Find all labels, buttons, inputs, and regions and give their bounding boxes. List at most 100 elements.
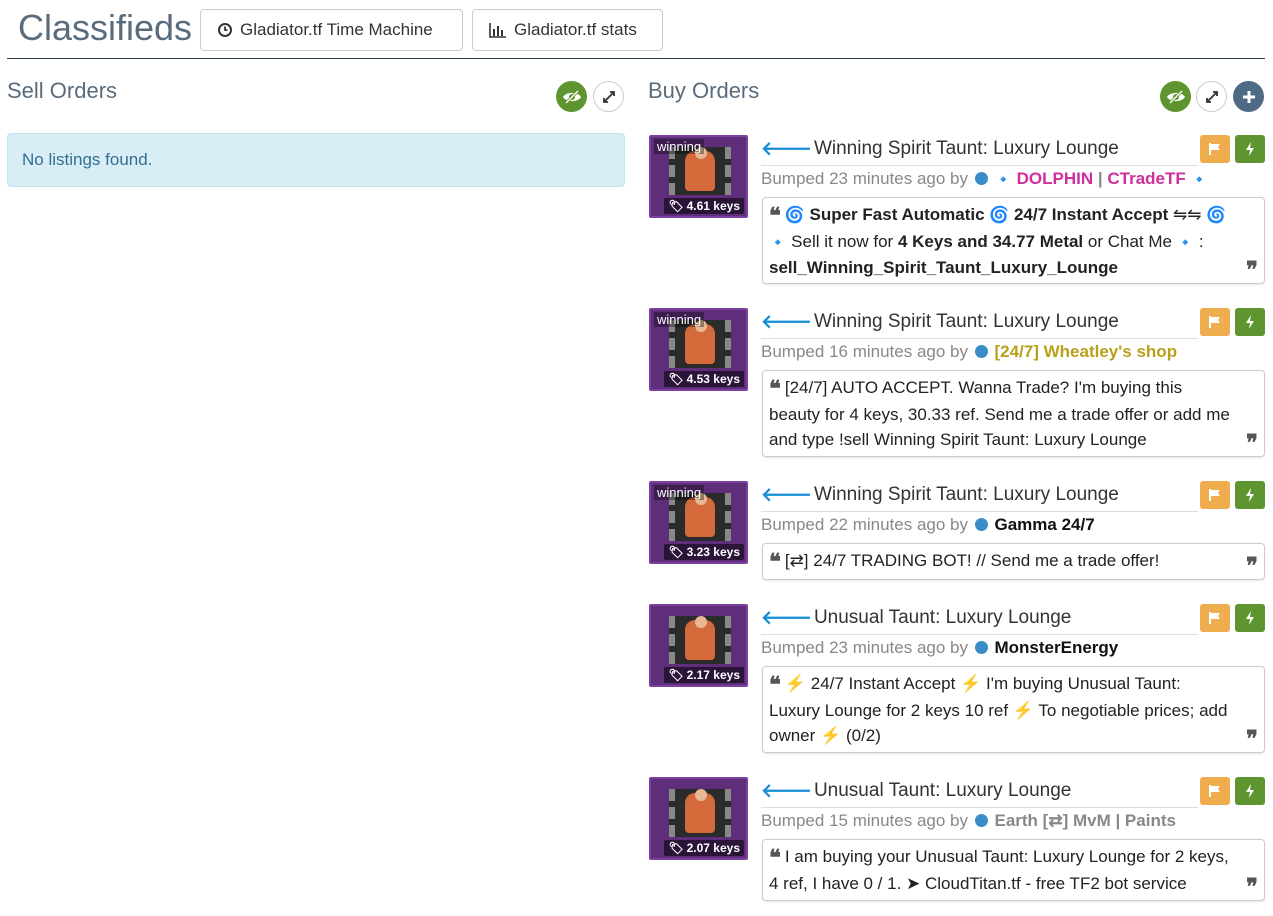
tag-icon: 🏷 <box>668 841 684 855</box>
spiral-icon: 🌀 <box>784 207 805 224</box>
listing-title[interactable]: 🡐 Unusual Taunt: Luxury Lounge <box>761 606 1071 630</box>
time-machine-label: Gladiator.tf Time Machine <box>240 20 433 39</box>
listing-title-text: Unusual Taunt: Luxury Lounge <box>813 780 1072 801</box>
tag-icon: 🏷 <box>668 199 684 213</box>
listing-message: ❝ I am buying your Unusual Taunt: Luxury … <box>762 839 1265 901</box>
report-button[interactable] <box>1200 135 1230 163</box>
listing-title[interactable]: 🡐 Winning Spirit Taunt: Luxury Lounge <box>761 310 1119 334</box>
listing-meta: Bumped 15 minutes ago by Earth [⇄] MvM |… <box>761 811 1176 830</box>
listing-title[interactable]: 🡐 Winning Spirit Taunt: Luxury Lounge <box>761 137 1119 161</box>
status-dot-icon <box>974 518 988 531</box>
listing-meta: Bumped 23 minutes ago by MonsterEnergy <box>761 638 1119 657</box>
spiral-icon: 🌀 <box>989 207 1010 224</box>
listing-title-text: Winning Spirit Taunt: Luxury Lounge <box>813 138 1119 159</box>
effect-label: winning <box>654 312 705 327</box>
lightning-icon: ⚡ <box>784 674 807 693</box>
listing-message: ❝ [⇄] 24/7 TRADING BOT! // Send me a trad… <box>762 543 1265 580</box>
quote-open-icon: ❝ <box>769 549 781 575</box>
effect-label: winning <box>654 139 705 154</box>
instant-trade-button[interactable] <box>1235 308 1265 336</box>
flag-icon <box>1209 489 1220 501</box>
user-link[interactable]: DOLPHIN | CTradeTF <box>1017 169 1186 188</box>
listing-meta: Bumped 16 minutes ago by [24/7] Wheatley… <box>761 342 1178 361</box>
time-machine-button[interactable]: Gladiator.tf Time Machine <box>200 9 463 51</box>
price-tag: 🏷 2.07 keys <box>664 840 744 856</box>
arrow-left-icon: 🡐 <box>761 608 812 629</box>
user-link[interactable]: MonsterEnergy <box>994 638 1118 657</box>
listing-meta: Bumped 22 minutes ago by Gamma 24/7 <box>761 515 1095 534</box>
item-thumbnail[interactable]: 🏷 2.07 keys <box>649 777 748 860</box>
instant-trade-button[interactable] <box>1235 135 1265 163</box>
page-header: Classifieds Gladiator.tf Time Machine Gl… <box>7 0 1265 59</box>
instant-trade-button[interactable] <box>1235 777 1265 805</box>
instant-trade-button[interactable] <box>1235 604 1265 632</box>
eye-slash-icon <box>562 89 581 104</box>
price-tag: 🏷 4.61 keys <box>664 198 744 214</box>
bolt-icon <box>1246 611 1254 625</box>
arrow-left-icon: 🡐 <box>761 139 812 160</box>
diamond-icon: 🔹 <box>1176 234 1195 250</box>
item-thumbnail[interactable]: winning 🏷 3.23 keys <box>649 481 748 564</box>
flag-icon <box>1209 785 1220 797</box>
quote-open-icon: ❝ <box>769 376 781 402</box>
stats-label: Gladiator.tf stats <box>514 20 637 39</box>
diamond-icon: 🔹 <box>1190 171 1208 187</box>
item-thumbnail[interactable]: 🏷 2.17 keys <box>649 604 748 687</box>
lightning-icon: ⚡ <box>960 674 982 693</box>
bumped-time: 16 minutes ago <box>829 342 946 361</box>
report-button[interactable] <box>1200 604 1230 632</box>
report-button[interactable] <box>1200 777 1230 805</box>
listing-title-text: Winning Spirit Taunt: Luxury Lounge <box>813 311 1119 332</box>
listing-title-text: Unusual Taunt: Luxury Lounge <box>813 607 1072 628</box>
user-link[interactable]: Gamma 24/7 <box>994 515 1094 534</box>
user-link[interactable]: [24/7] Wheatley's shop <box>994 342 1177 361</box>
listing-title[interactable]: 🡐 Winning Spirit Taunt: Luxury Lounge <box>761 483 1119 507</box>
item-thumbnail[interactable]: winning 🏷 4.61 keys <box>649 135 748 218</box>
listing-title-text: Winning Spirit Taunt: Luxury Lounge <box>813 484 1119 505</box>
plus-icon <box>1242 90 1255 103</box>
spiral-icon: 🌀 <box>1206 207 1227 224</box>
sell-toggle-visibility-button[interactable] <box>556 81 587 112</box>
price-tag: 🏷 3.23 keys <box>664 544 744 560</box>
price-value: 4.53 keys <box>686 372 740 386</box>
status-dot-icon <box>974 345 988 358</box>
buy-toggle-visibility-button[interactable] <box>1160 81 1191 112</box>
buy-expand-button[interactable] <box>1196 81 1227 112</box>
quote-open-icon: ❝ <box>769 203 781 229</box>
expand-icon <box>1205 90 1218 103</box>
listing-message: ❝ 🌀 Super Fast Automatic 🌀 24/7 Instant A… <box>762 197 1265 284</box>
listing-title[interactable]: 🡐 Unusual Taunt: Luxury Lounge <box>761 779 1071 803</box>
bolt-icon <box>1246 784 1254 798</box>
flag-icon <box>1209 612 1220 624</box>
quote-open-icon: ❝ <box>769 845 781 871</box>
status-dot-icon <box>974 814 988 827</box>
bumped-time: 23 minutes ago <box>829 169 946 188</box>
price-tag: 🏷 2.17 keys <box>664 667 744 683</box>
eye-slash-icon <box>1166 89 1185 104</box>
buy-add-button[interactable] <box>1233 81 1264 112</box>
sell-expand-button[interactable] <box>593 81 624 112</box>
status-dot-icon <box>974 172 988 185</box>
bolt-icon <box>1246 488 1254 502</box>
report-button[interactable] <box>1200 481 1230 509</box>
flag-icon <box>1209 316 1220 328</box>
arrow-left-icon: 🡐 <box>761 312 812 333</box>
bumped-time: 23 minutes ago <box>829 638 946 657</box>
instant-trade-button[interactable] <box>1235 481 1265 509</box>
item-thumbnail[interactable]: winning 🏷 4.53 keys <box>649 308 748 391</box>
diamond-icon: 🔹 <box>769 234 787 250</box>
bolt-icon <box>1246 142 1254 156</box>
listing-message: ❝ ⚡ 24/7 Instant Accept ⚡ I'm buying Unus… <box>762 666 1265 753</box>
buy-listing: winning 🏷 4.53 keys 🡐 Winning Spirit Taunt… <box>648 308 1268 458</box>
quote-close-icon: ❞ <box>1246 430 1258 456</box>
price-value: 2.07 keys <box>686 841 740 855</box>
buy-orders-heading: Buy Orders <box>648 78 760 103</box>
bumped-time: 22 minutes ago <box>829 515 946 534</box>
price-value: 3.23 keys <box>686 545 740 559</box>
no-listings-alert: No listings found. <box>7 133 625 187</box>
user-link[interactable]: Earth [⇄] MvM | Paints <box>994 811 1175 830</box>
report-button[interactable] <box>1200 308 1230 336</box>
stats-button[interactable]: Gladiator.tf stats <box>472 9 663 51</box>
listing-meta: Bumped 23 minutes ago by 🔹 DOLPHIN | CTr… <box>761 169 1208 188</box>
expand-icon <box>602 90 615 103</box>
